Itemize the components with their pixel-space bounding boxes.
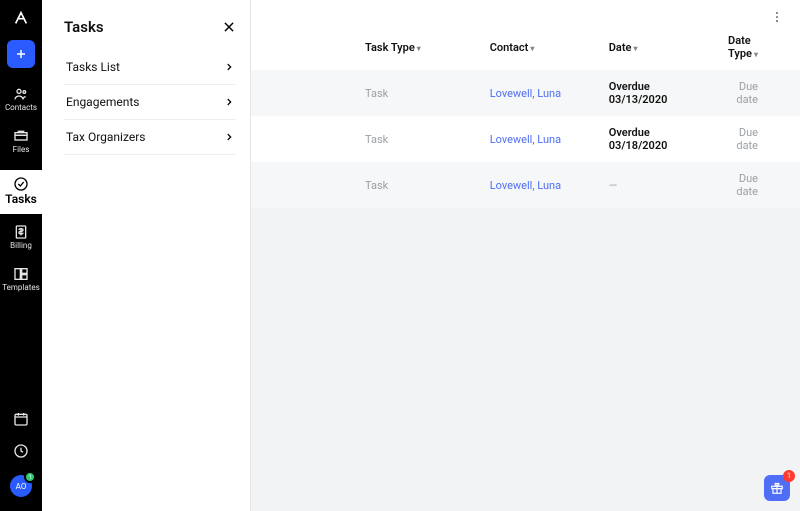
avatar-initials: AO: [16, 482, 27, 491]
contacts-icon: [13, 86, 29, 102]
nav-templates[interactable]: Templates: [2, 266, 39, 292]
subnav-item-label: Engagements: [66, 95, 139, 109]
billing-icon: [13, 224, 29, 240]
subnav-item-label: Tax Organizers: [66, 130, 145, 144]
cell-contact-link[interactable]: Lovewell, Luna: [480, 162, 599, 208]
chevron-right-icon: [224, 132, 234, 142]
nav-billing[interactable]: Billing: [10, 224, 32, 250]
subnav-title: Tasks: [64, 18, 104, 36]
cell-date: Overdue 03/18/2020: [599, 116, 718, 162]
tasks-icon: [13, 176, 29, 192]
cell-date-type: Due date: [718, 116, 800, 162]
close-icon: [222, 20, 236, 34]
cell-task-type: Task: [251, 162, 480, 208]
subnav-panel: Tasks Tasks List Engagements Tax Organiz…: [42, 0, 251, 511]
history-button[interactable]: [13, 443, 29, 459]
templates-icon: [13, 266, 29, 282]
nav-contacts[interactable]: Contacts: [5, 86, 37, 112]
subnav-item-label: Tasks List: [66, 60, 120, 74]
kebab-icon: [770, 10, 784, 24]
nav-templates-label: Templates: [2, 284, 39, 292]
cell-contact-link[interactable]: Lovewell, Luna: [480, 116, 599, 162]
cell-task-type: Task: [251, 116, 480, 162]
subnav-close-button[interactable]: [222, 20, 236, 34]
avatar-badge: 1: [24, 471, 36, 483]
user-avatar[interactable]: AO 1: [10, 475, 32, 497]
sort-icon: ▾: [530, 44, 534, 53]
col-header-date-type[interactable]: Date Type▾: [718, 34, 800, 70]
add-button[interactable]: [7, 40, 35, 68]
whats-new-button[interactable]: 1: [764, 475, 790, 501]
nav-files-label: Files: [13, 146, 30, 154]
col-header-task-type[interactable]: Task Type▾: [251, 34, 480, 70]
cell-task-type: Task: [251, 70, 480, 116]
sort-icon: ▾: [754, 50, 758, 59]
nav-contacts-label: Contacts: [5, 104, 37, 112]
gift-badge: 1: [783, 470, 795, 482]
table-row[interactable]: Task Lovewell, Luna Overdue 03/18/2020 D…: [251, 116, 800, 162]
gift-icon: [770, 481, 784, 495]
cell-date-type: Due date: [718, 70, 800, 116]
app-logo: [13, 10, 29, 26]
main-area: Task Type▾ Contact▾ Date▾ Date Type▾ Tas…: [251, 0, 800, 511]
tasks-table: Task Type▾ Contact▾ Date▾ Date Type▾ Tas…: [251, 34, 800, 208]
col-header-date[interactable]: Date▾: [599, 34, 718, 70]
cell-date-type: Due date: [718, 162, 800, 208]
nav-rail: Contacts Files Tasks Billing Templates: [0, 0, 42, 511]
main-empty-area: [251, 208, 800, 511]
sort-icon: ▾: [633, 44, 637, 53]
main-toolbar: [251, 0, 800, 34]
nav-files[interactable]: Files: [13, 128, 30, 154]
sort-icon: ▾: [417, 44, 421, 53]
cell-contact-link[interactable]: Lovewell, Luna: [480, 70, 599, 116]
subnav-item-tasks-list[interactable]: Tasks List: [64, 50, 236, 85]
calendar-button[interactable]: [13, 411, 29, 427]
history-icon: [13, 443, 29, 459]
subnav-item-tax-organizers[interactable]: Tax Organizers: [64, 120, 236, 155]
files-icon: [13, 128, 29, 144]
subnav-item-engagements[interactable]: Engagements: [64, 85, 236, 120]
more-actions-button[interactable]: [770, 10, 784, 24]
calendar-icon: [13, 411, 29, 427]
col-header-contact[interactable]: Contact▾: [480, 34, 599, 70]
cell-date: —: [599, 162, 718, 208]
chevron-right-icon: [224, 97, 234, 107]
table-row[interactable]: Task Lovewell, Luna Overdue 03/13/2020 D…: [251, 70, 800, 116]
chevron-right-icon: [224, 62, 234, 72]
nav-billing-label: Billing: [10, 242, 32, 250]
nav-tasks-label: Tasks: [5, 192, 37, 206]
nav-tasks[interactable]: Tasks: [0, 170, 42, 214]
cell-date: Overdue 03/13/2020: [599, 70, 718, 116]
table-row[interactable]: Task Lovewell, Luna — Due date: [251, 162, 800, 208]
